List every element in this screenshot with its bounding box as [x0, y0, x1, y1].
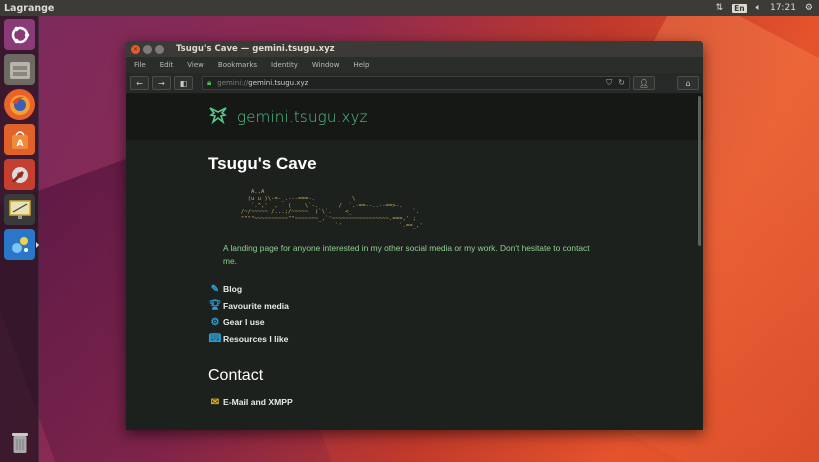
contact-heading: Contact — [208, 366, 264, 384]
clock[interactable]: 17:21 — [770, 3, 796, 13]
sidebar-toggle-button[interactable]: ◧ — [174, 76, 193, 90]
arrow-right-icon: → — [158, 78, 165, 88]
active-app-name: Lagrange — [4, 2, 55, 14]
url-host: gemini.tsugu.xyz — [248, 79, 309, 87]
lock-icon: 🔒︎ — [207, 78, 212, 87]
scrollbar[interactable] — [698, 96, 701, 246]
menu-help[interactable]: Help — [353, 61, 378, 69]
power-gear-icon[interactable]: ⚙ — [805, 3, 813, 13]
link-label: Resources I like — [223, 333, 289, 344]
identity-button[interactable]: 👤︎ — [633, 76, 655, 90]
active-app-indicator — [36, 242, 39, 248]
close-icon[interactable]: ✕ — [131, 44, 140, 54]
forward-button[interactable]: → — [152, 76, 171, 90]
menu-edit[interactable]: Edit — [160, 61, 183, 69]
link-label: E-Mail and XMPP — [223, 397, 293, 408]
book-icon: 📖︎ — [208, 333, 222, 345]
navigation-bar: ← → ◧ 🔒︎ gemini:// gemini.tsugu.xyz ⛉ ↻ … — [126, 73, 703, 94]
page-title: Tsugu's Cave — [208, 154, 317, 173]
ubuntu-dash-icon[interactable] — [4, 19, 35, 50]
svg-text:A: A — [16, 139, 23, 149]
keyboard-layout-indicator[interactable]: En — [732, 3, 747, 13]
files-icon[interactable] — [4, 54, 35, 85]
system-tray: ⇅ En 🔈︎ 17:21 ⚙ — [716, 3, 819, 13]
minimize-icon[interactable] — [143, 44, 152, 54]
system-settings-icon[interactable] — [4, 159, 35, 190]
menu-window[interactable]: Window — [312, 61, 349, 69]
link-blog[interactable]: ✎ Blog — [208, 281, 608, 298]
menu-view[interactable]: View — [187, 61, 213, 69]
intro-paragraph: A landing page for anyone interested in … — [223, 242, 590, 266]
person-icon: 👤︎ — [638, 78, 650, 88]
arrow-left-icon: ← — [136, 78, 143, 88]
page-content[interactable]: gemini.tsugu.xyz Tsugu's Cave A.,A (u u … — [126, 94, 703, 430]
maximize-icon[interactable] — [155, 44, 164, 54]
gemtext-document: Tsugu's Cave A.,A (u u )\-=-_.---===-. \… — [208, 154, 608, 410]
link-favourite-media[interactable]: 🏆︎ Favourite media — [208, 297, 608, 314]
lagrange-app-icon[interactable] — [4, 229, 35, 260]
browser-window: ✕ Tsugu's Cave — gemini.tsugu.xyz File E… — [126, 41, 703, 430]
window-titlebar[interactable]: ✕ Tsugu's Cave — gemini.tsugu.xyz — [126, 41, 703, 57]
url-scheme: gemini:// — [217, 79, 249, 87]
link-label: Favourite media — [223, 300, 289, 311]
network-icon[interactable]: ⇅ — [716, 3, 724, 13]
trophy-icon: 🏆︎ — [208, 300, 222, 312]
menu-bookmarks[interactable]: Bookmarks — [218, 61, 266, 69]
bookmark-icon[interactable]: ⛉ — [606, 78, 612, 88]
site-name[interactable]: gemini.tsugu.xyz — [237, 108, 368, 126]
volume-icon[interactable]: 🔈︎ — [756, 3, 761, 13]
window-title: Tsugu's Cave — gemini.tsugu.xyz — [176, 44, 335, 54]
mail-icon: ✉ — [210, 396, 220, 408]
firefox-icon[interactable] — [4, 89, 35, 120]
link-list: ✎ Blog 🏆︎ Favourite media ⚙ Gear I use 📖… — [208, 281, 608, 347]
sidebar-icon: ◧ — [179, 78, 188, 88]
menu-bar: File Edit View Bookmarks Identity Window… — [126, 57, 703, 73]
notebook-icon: ✎ — [210, 283, 220, 295]
menu-file[interactable]: File — [134, 61, 155, 69]
link-email-xmpp[interactable]: ✉ E-Mail and XMPP — [208, 394, 608, 411]
ascii-art-fox: A.,A (u u )\-=-_.---===-. \ `.^,' , ( \`… — [240, 189, 423, 229]
reload-icon[interactable]: ↻ — [618, 78, 625, 88]
trash-icon[interactable] — [4, 426, 35, 457]
link-resources[interactable]: 📖︎ Resources I like — [208, 330, 608, 347]
menu-identity[interactable]: Identity — [271, 61, 307, 69]
launcher: A — [0, 16, 39, 462]
top-panel: Lagrange ⇅ En 🔈︎ 17:21 ⚙ — [0, 0, 819, 16]
software-store-icon[interactable]: A — [4, 124, 35, 155]
url-actions: ⛉ ↻ — [606, 78, 629, 88]
gear-icon: ⚙ — [210, 316, 220, 328]
home-icon: ⌂ — [685, 78, 691, 88]
link-label: Blog — [223, 284, 243, 295]
home-button[interactable]: ⌂ — [677, 76, 699, 90]
site-emblem-icon — [208, 106, 228, 129]
link-gear[interactable]: ⚙ Gear I use — [208, 314, 608, 331]
link-label: Gear I use — [223, 317, 265, 328]
back-button[interactable]: ← — [130, 76, 149, 90]
url-input[interactable]: 🔒︎ gemini:// gemini.tsugu.xyz ⛉ ↻ — [202, 76, 630, 90]
site-banner: gemini.tsugu.xyz — [126, 94, 703, 140]
presentation-icon[interactable] — [4, 194, 35, 225]
